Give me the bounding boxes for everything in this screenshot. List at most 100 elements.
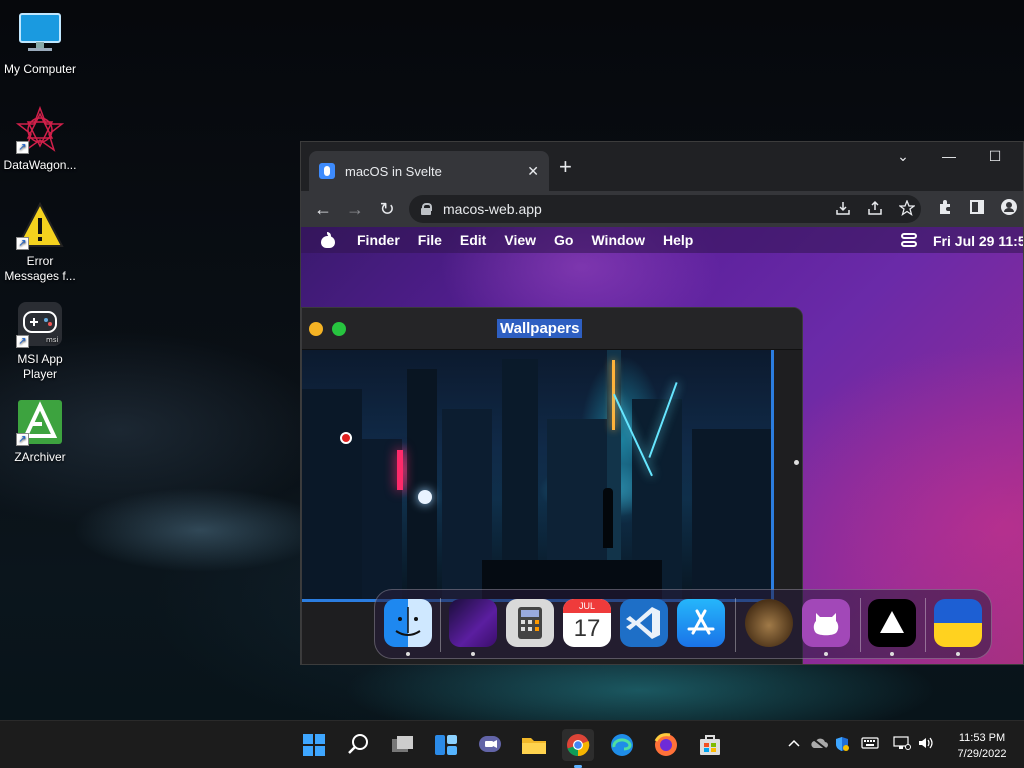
finder-icon[interactable] [384,599,432,647]
system-time: 11:53 PM [958,732,1006,744]
share-icon[interactable] [867,200,883,219]
calendar-day: 17 [573,615,601,642]
edge-icon[interactable] [606,729,638,761]
mac-clock: Fri Jul 29 11:5 [933,233,1023,249]
minimize-button[interactable]: — [926,148,972,164]
mac-menu-bar: Finder File Edit View Go Window Help Fri… [301,227,1023,253]
desktop-icon-label: ZArchiver [14,450,66,464]
reload-button[interactable]: ↻ [371,199,403,220]
running-indicator [890,652,894,656]
github-icon[interactable] [802,599,850,647]
show-hidden-icons-chevron-icon[interactable] [787,736,801,753]
calculator-icon[interactable] [506,599,554,647]
menu-go[interactable]: Go [554,232,573,248]
microsoft-store-icon[interactable] [694,729,726,761]
address-bar[interactable]: macos-web.app [409,195,921,223]
wallpapers-icon[interactable] [449,599,497,647]
system-date: 7/29/2022 [957,748,1007,760]
shortcut-arrow-icon: ↗ [16,141,29,154]
teams-chat-icon[interactable] [474,729,506,761]
start-button[interactable] [298,729,330,761]
tab-title: macOS in Svelte [345,163,442,179]
cat-icon[interactable] [745,599,793,647]
menu-edit[interactable]: Edit [460,232,486,248]
menu-file[interactable]: File [418,232,442,248]
browser-toolbar: ← → ↻ macos-web.app [301,191,1023,227]
desktop-icon-datawagon[interactable]: ↗ DataWagon... [0,105,80,173]
volume-icon[interactable] [917,736,935,753]
running-indicator [956,652,960,656]
menu-help[interactable]: Help [663,232,693,248]
security-shield-icon[interactable] [834,736,850,755]
keyboard-icon[interactable] [861,736,879,753]
desktop-icon-error-messages[interactable]: ↗ Error Messages f... [0,201,80,284]
onedrive-cloud-icon[interactable] [810,736,828,753]
maximize-button[interactable]: ☐ [972,148,1018,165]
lock-icon [421,203,432,215]
finder-favicon-icon [319,163,335,179]
monitor-icon [16,10,64,58]
calendar-month: JUL [563,599,611,613]
side-panel-icon[interactable] [969,199,985,219]
tab-strip: macOS in Svelte ✕ + ⌄ — ☐ [301,142,1023,191]
running-indicator [406,652,410,656]
tab-close-icon[interactable]: ✕ [527,163,539,180]
back-button[interactable]: ← [307,199,339,220]
gamepad-icon: msi ↗ [16,300,64,348]
window-titlebar: Wallpapers [302,308,802,350]
desktop-icon-label: DataWagon... [3,158,77,172]
shortcut-arrow-icon: ↗ [16,433,29,446]
tab-search-icon[interactable]: ⌄ [880,148,926,165]
warning-icon: ↗ [16,201,64,250]
browser-tab[interactable]: macOS in Svelte ✕ [309,151,549,191]
running-indicator [471,652,475,656]
chrome-icon[interactable] [562,729,594,768]
dock-separator [925,598,926,652]
desktop-icon-my-computer[interactable]: My Computer [0,10,80,77]
browser-window: macOS in Svelte ✕ + ⌄ — ☐ ← → ↻ macos-we… [300,141,1024,665]
vercel-icon[interactable] [868,599,916,647]
minimize-light-button[interactable] [309,322,323,336]
menu-view[interactable]: View [504,232,536,248]
desktop-icon-label: MSI App Player [17,352,63,381]
dock-separator [440,598,441,652]
ukraine-flag-icon[interactable] [934,599,982,647]
system-clock[interactable]: 11:53 PM 7/29/2022 [944,730,1020,762]
file-explorer-icon[interactable] [518,729,550,761]
svg-text:msi: msi [46,336,58,344]
apple-logo-icon[interactable] [321,232,335,248]
new-tab-button[interactable]: + [559,154,572,180]
network-icon[interactable] [893,736,911,753]
widgets-icon[interactable] [430,729,462,761]
menu-window[interactable]: Window [591,232,645,248]
app-store-icon[interactable] [677,599,725,647]
desktop-icon-label: Error Messages f... [4,254,76,283]
scroll-indicator [794,460,799,465]
forward-button[interactable]: → [339,199,371,220]
wallpaper-preview-image[interactable] [302,350,774,602]
calendar-icon[interactable]: JUL 17 [563,599,611,647]
profile-icon[interactable] [1001,199,1017,219]
extensions-puzzle-icon[interactable] [937,199,953,219]
dock-separator [735,598,736,652]
macos-web-page: Finder File Edit View Go Window Help Fri… [301,227,1023,664]
desktop: My Computer ↗ DataWagon... ↗ Error Messa… [0,0,1024,720]
shortcut-arrow-icon: ↗ [16,335,29,348]
windows-taskbar: 11:53 PM 7/29/2022 [0,720,1024,768]
window-title: Wallpapers [497,319,583,338]
install-app-icon[interactable] [835,200,851,219]
zoom-light-button[interactable] [332,322,346,336]
menu-finder[interactable]: Finder [357,232,400,248]
task-view-icon[interactable] [386,729,418,761]
mac-dock: JUL 17 [374,589,992,659]
vscode-icon[interactable] [620,599,668,647]
firefox-icon[interactable] [650,729,682,761]
dock-separator [860,598,861,652]
bookmark-star-icon[interactable] [898,199,916,219]
shortcut-arrow-icon: ↗ [16,237,29,250]
desktop-icon-zarchiver[interactable]: ↗ ZArchiver [0,398,80,465]
control-center-icon[interactable] [901,233,917,247]
desktop-icon-msi-app-player[interactable]: msi ↗ MSI App Player [0,300,80,382]
search-icon[interactable] [342,729,374,761]
url-text: macos-web.app [443,201,542,217]
